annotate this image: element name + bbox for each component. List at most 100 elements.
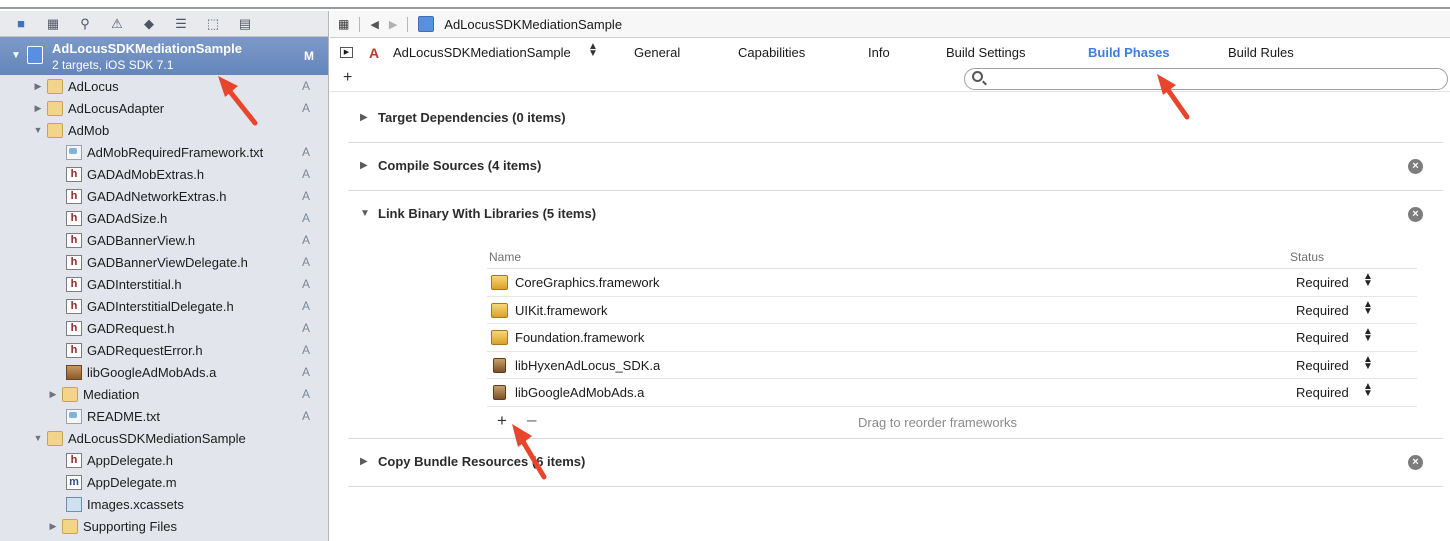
log-navigator-icon[interactable]: ▤ xyxy=(236,16,254,32)
tab-build-rules[interactable]: Build Rules xyxy=(1228,45,1294,60)
tree-row-admob[interactable]: ▼ AdMob xyxy=(0,119,328,141)
tree-row-file[interactable]: h GADInterstitial.h A xyxy=(0,273,328,295)
phase-title: Compile Sources (4 items) xyxy=(378,158,542,173)
disclosure-open-icon[interactable]: ▼ xyxy=(32,125,44,135)
tab-build-phases[interactable]: Build Phases xyxy=(1088,45,1170,60)
tab-capabilities[interactable]: Capabilities xyxy=(738,45,805,60)
tree-row-file[interactable]: m AppDelegate.m xyxy=(0,471,328,493)
related-items-icon[interactable]: ▦ xyxy=(338,17,349,31)
remove-library-button[interactable]: – xyxy=(527,410,536,430)
breakpoint-navigator-icon[interactable]: ⬚ xyxy=(204,16,222,32)
column-header-name[interactable]: Name xyxy=(489,250,521,264)
table-row[interactable]: UIKit.framework Required ▲ ▼ xyxy=(487,297,1417,324)
tree-row-file[interactable]: h GADBannerView.h A xyxy=(0,229,328,251)
disclosure-open-icon[interactable]: ▼ xyxy=(11,50,21,61)
disclosure-closed-icon[interactable]: ▶ xyxy=(47,389,59,400)
tree-row-file[interactable]: h AppDelegate.h xyxy=(0,449,328,471)
target-selector[interactable]: AdLocusSDKMediationSample xyxy=(393,45,571,60)
project-root-row[interactable]: ▼ AdLocusSDKMediationSample 2 targets, i… xyxy=(0,37,328,75)
table-row[interactable]: CoreGraphics.framework Required ▲ ▼ xyxy=(487,269,1417,297)
chevron-updown-icon[interactable]: ▲ ▼ xyxy=(588,42,598,59)
tree-row-file[interactable]: libGoogleAdMobAds.a A xyxy=(0,361,328,383)
table-row[interactable]: libGoogleAdMobAds.a Required ▲ ▼ xyxy=(487,379,1417,407)
tree-row-file[interactable]: h GADRequest.h A xyxy=(0,317,328,339)
tree-row-file[interactable]: h GADInterstitialDelegate.h A xyxy=(0,295,328,317)
tab-build-settings[interactable]: Build Settings xyxy=(946,45,1026,60)
targets-list-toggle-icon[interactable]: ▶ xyxy=(340,47,353,58)
tree-row-adlocusadapter[interactable]: ▶ AdLocusAdapter A xyxy=(0,97,328,119)
disclosure-closed-icon[interactable]: ▶ xyxy=(32,81,44,92)
status-select[interactable]: Required xyxy=(1296,358,1349,373)
status-select[interactable]: Required xyxy=(1296,275,1349,290)
add-library-button[interactable]: + xyxy=(497,411,507,431)
editor-tab-bar: ▶ A AdLocusSDKMediationSample ▲ ▼ General… xyxy=(330,38,1450,68)
disclosure-closed-icon[interactable]: ▶ xyxy=(360,160,368,171)
folder-icon[interactable]: ■ xyxy=(12,16,30,32)
static-library-icon xyxy=(493,385,506,400)
chevron-updown-icon[interactable]: ▲ ▼ xyxy=(1363,272,1373,289)
forward-arrow-icon[interactable]: ▶ xyxy=(389,18,397,31)
warning-icon[interactable]: ⚠ xyxy=(108,16,126,32)
chevron-updown-icon[interactable]: ▲ ▼ xyxy=(1363,327,1373,344)
xcode-project-icon xyxy=(418,16,435,32)
disclosure-closed-icon[interactable]: ▶ xyxy=(360,112,368,123)
tree-row-file[interactable]: Images.xcassets xyxy=(0,493,328,515)
app-target-icon: A xyxy=(369,45,380,61)
tree-row-file[interactable]: h GADBannerViewDelegate.h A xyxy=(0,251,328,273)
delete-phase-icon[interactable]: × xyxy=(1408,455,1423,470)
phase-target-dependencies[interactable]: ▶ Target Dependencies (0 items) xyxy=(348,95,1443,143)
tree-row-file[interactable]: h GADRequestError.h A xyxy=(0,339,328,361)
delete-phase-icon[interactable]: × xyxy=(1408,159,1423,174)
chevron-updown-icon[interactable]: ▲ ▼ xyxy=(1363,354,1373,371)
phase-compile-sources[interactable]: ▶ Compile Sources (4 items) × xyxy=(348,143,1443,191)
test-navigator-icon[interactable]: ◆ xyxy=(140,16,158,32)
tree-row-file[interactable]: h GADAdMobExtras.h A xyxy=(0,163,328,185)
tab-info[interactable]: Info xyxy=(868,45,890,60)
disclosure-closed-icon[interactable]: ▶ xyxy=(47,521,59,532)
scm-status-badge: A xyxy=(302,387,311,401)
debug-navigator-icon[interactable]: ☰ xyxy=(172,16,190,32)
chevron-updown-icon[interactable]: ▲ ▼ xyxy=(1363,299,1373,316)
disclosure-open-icon[interactable]: ▼ xyxy=(32,433,44,443)
disclosure-closed-icon[interactable]: ▶ xyxy=(360,456,368,467)
tree-row-file[interactable]: README.txt A xyxy=(0,405,328,427)
library-name: Foundation.framework xyxy=(515,330,645,345)
header-file-icon: h xyxy=(66,298,82,314)
breadcrumb[interactable]: AdLocusSDKMediationSample xyxy=(444,17,622,32)
table-row[interactable]: libHyxenAdLocus_SDK.a Required ▲ ▼ xyxy=(487,352,1417,379)
add-build-phase-button[interactable]: + xyxy=(343,69,352,87)
jump-bar: ▦ ◀ ▶ AdLocusSDKMediationSample xyxy=(330,11,1450,38)
project-editor: ▦ ◀ ▶ AdLocusSDKMediationSample ▶ A AdLo… xyxy=(330,11,1450,541)
search-navigator-icon[interactable]: ⚲ xyxy=(76,16,94,32)
tree-row-supporting-files[interactable]: ▶ Supporting Files xyxy=(0,515,328,537)
phase-copy-bundle-resources[interactable]: ▶ Copy Bundle Resources (6 items) × xyxy=(348,439,1443,487)
symbol-navigator-icon[interactable]: ▦ xyxy=(44,16,62,32)
filter-input[interactable] xyxy=(964,68,1448,90)
status-select[interactable]: Required xyxy=(1296,303,1349,318)
tree-row-label: Images.xcassets xyxy=(87,496,184,512)
disclosure-open-icon[interactable]: ▼ xyxy=(360,208,370,219)
header-file-icon: h xyxy=(66,320,82,336)
tree-row-label: AdLocus xyxy=(68,78,119,94)
tree-row-file[interactable]: h GADAdSize.h A xyxy=(0,207,328,229)
table-footer: + – Drag to reorder frameworks xyxy=(487,407,1417,437)
tree-row-file[interactable]: h GADAdNetworkExtras.h A xyxy=(0,185,328,207)
tree-row-file[interactable]: AdMobRequiredFramework.txt A xyxy=(0,141,328,163)
tree-row-label: GADAdNetworkExtras.h xyxy=(87,188,227,204)
tree-row-adlocus[interactable]: ▶ AdLocus A xyxy=(0,75,328,97)
tab-general[interactable]: General xyxy=(634,45,680,60)
divider xyxy=(407,16,409,32)
delete-phase-icon[interactable]: × xyxy=(1408,207,1423,222)
column-header-status[interactable]: Status xyxy=(1290,250,1324,264)
header-file-icon: h xyxy=(66,210,82,226)
table-row[interactable]: Foundation.framework Required ▲ ▼ xyxy=(487,324,1417,352)
status-select[interactable]: Required xyxy=(1296,385,1349,400)
scm-status-badge: A xyxy=(302,189,311,203)
tree-row-mediation[interactable]: ▶ Mediation A xyxy=(0,383,328,405)
disclosure-closed-icon[interactable]: ▶ xyxy=(32,103,44,114)
tree-row-app-group[interactable]: ▼ AdLocusSDKMediationSample xyxy=(0,427,328,449)
status-select[interactable]: Required xyxy=(1296,330,1349,345)
scm-status-badge: A xyxy=(302,145,311,159)
back-arrow-icon[interactable]: ◀ xyxy=(370,18,378,31)
chevron-updown-icon[interactable]: ▲ ▼ xyxy=(1363,382,1373,399)
